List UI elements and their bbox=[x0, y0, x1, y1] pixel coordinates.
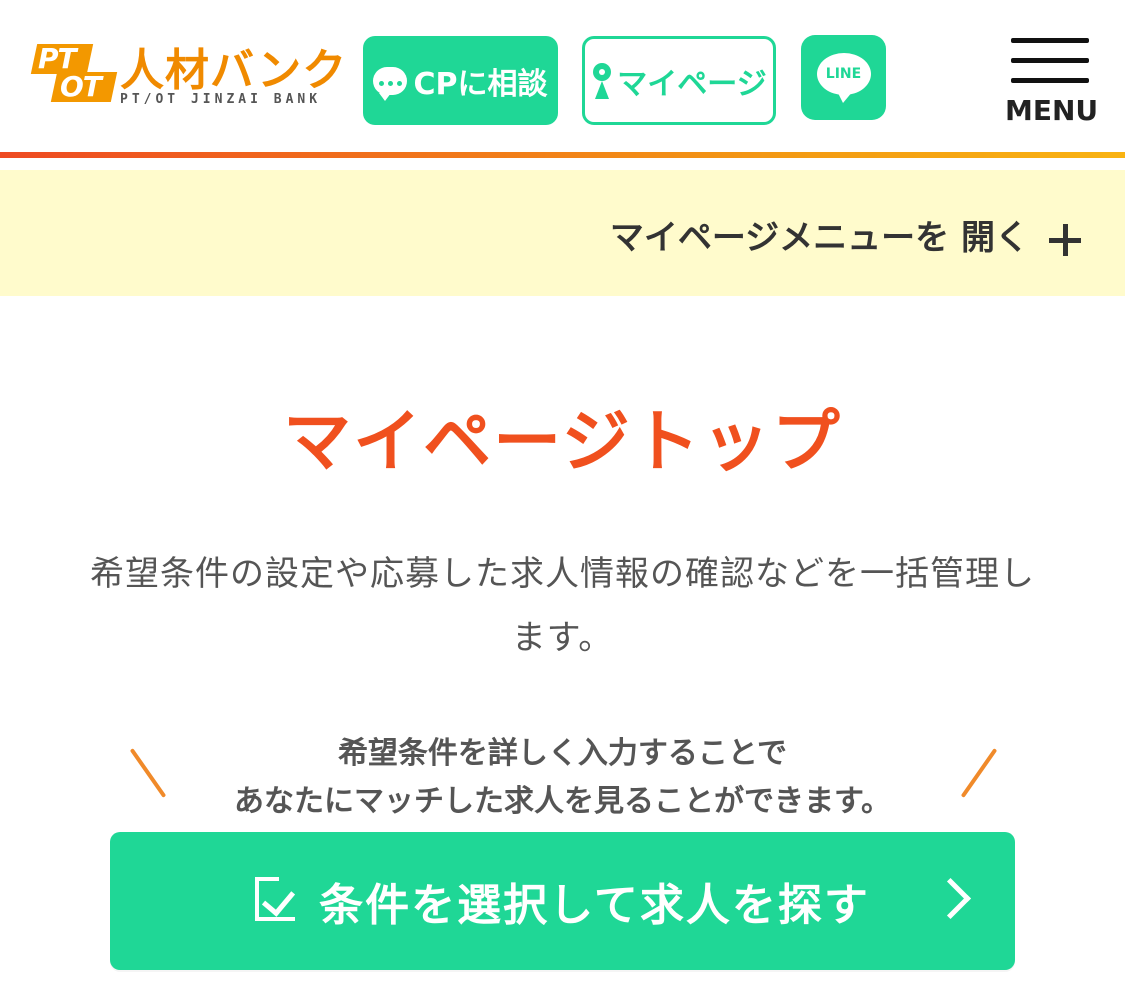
line-icon: LINE bbox=[816, 52, 871, 103]
logo-badge: PT OT bbox=[28, 40, 120, 104]
hamburger-icon-bar bbox=[1011, 78, 1089, 83]
page-title: マイページトップ bbox=[283, 403, 842, 482]
search-jobs-label: 条件を選択して求人を探す bbox=[319, 880, 870, 931]
mypage-label: マイページ bbox=[617, 66, 767, 102]
mypage-menu-toggle[interactable]: マイページメニューを 開く bbox=[0, 170, 1125, 296]
site-header: PT OT 人材バンク PT/OT JINZAI BANK CPに相談 マイペー… bbox=[0, 0, 1125, 152]
keyhole-icon bbox=[591, 62, 613, 99]
plus-icon bbox=[1049, 224, 1081, 256]
callout-line-2: あなたにマッチした求人を見ることができます。 bbox=[234, 784, 891, 819]
cp-consult-button[interactable]: CPに相談 bbox=[363, 36, 558, 125]
site-logo[interactable]: PT OT 人材バンク PT/OT JINZAI BANK bbox=[28, 40, 346, 110]
logo-badge-bottom: OT bbox=[60, 70, 102, 103]
cp-consult-label: CPに相談 bbox=[413, 66, 548, 102]
header-divider bbox=[0, 152, 1125, 158]
line-label: LINE bbox=[825, 65, 862, 82]
hamburger-icon bbox=[1011, 38, 1089, 43]
search-jobs-button[interactable]: 条件を選択して求人を探す bbox=[110, 832, 1015, 970]
chat-bubble-icon bbox=[373, 66, 408, 101]
hamburger-menu-button[interactable]: MENU bbox=[1005, 38, 1099, 128]
mypage-menu-label: マイページメニューを 開く bbox=[609, 218, 1029, 258]
menu-label: MENU bbox=[1005, 94, 1099, 127]
hamburger-icon-bar bbox=[1011, 58, 1089, 63]
page-description: 希望条件の設定や応募した求人情報の確認などを一括管理します。 bbox=[90, 554, 1035, 658]
checkbox-icon bbox=[255, 877, 296, 921]
cta-callout: 希望条件を詳しく入力することで あなたにマッチした求人を見ることができます。 bbox=[150, 730, 975, 826]
mypage-button[interactable]: マイページ bbox=[582, 36, 776, 125]
callout-line-1: 希望条件を詳しく入力することで bbox=[337, 736, 788, 771]
logo-subtitle: PT/OT JINZAI BANK bbox=[120, 92, 322, 107]
line-button[interactable]: LINE bbox=[801, 35, 886, 120]
chevron-right-icon bbox=[929, 877, 972, 920]
logo-name: 人材バンク bbox=[120, 45, 348, 96]
